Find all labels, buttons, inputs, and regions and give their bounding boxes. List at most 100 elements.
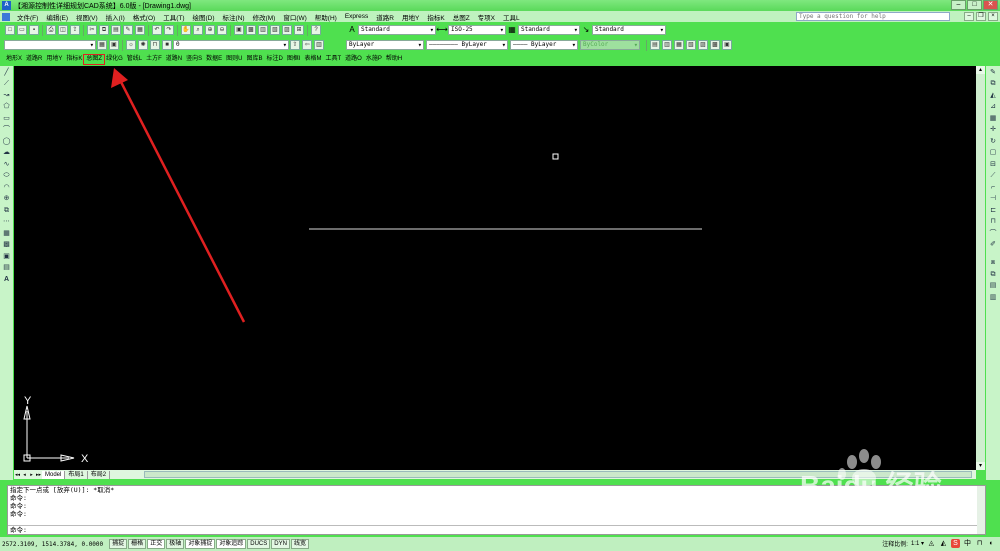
plugin-menu-terrain[interactable]: 地形X: [4, 55, 24, 64]
plugin-menu-help[interactable]: 帮助H: [384, 55, 404, 64]
dim-style-select[interactable]: ISO-25: [448, 25, 506, 35]
doc-close-button[interactable]: ×: [988, 12, 998, 21]
ellipse-icon[interactable]: ⬭: [2, 171, 12, 181]
scroll-up-icon[interactable]: ▴: [976, 66, 985, 74]
ime-icon[interactable]: S: [951, 539, 960, 548]
extend-icon[interactable]: ⌐: [988, 183, 998, 193]
lineweight-select[interactable]: ———— ByLayer: [510, 40, 578, 50]
line-icon[interactable]: ╱: [2, 68, 12, 78]
tool-palettes-icon[interactable]: ▥: [258, 25, 268, 35]
ortho-toggle[interactable]: 正交: [147, 539, 166, 549]
menu-help[interactable]: 帮助(H): [311, 12, 341, 22]
help-icon[interactable]: ?: [311, 25, 321, 35]
plugin-menu-site-plan[interactable]: 总图Z: [83, 53, 106, 65]
menu-special[interactable]: 专项X: [474, 12, 499, 22]
app-icon[interactable]: A: [2, 1, 11, 10]
break-icon[interactable]: ⊏: [988, 206, 998, 216]
make-block-icon[interactable]: ⧉: [2, 206, 12, 216]
ellipse-arc-icon[interactable]: ◠: [2, 183, 12, 193]
grid-toggle[interactable]: 栅格: [128, 539, 147, 549]
construction-line-icon[interactable]: ⟋: [2, 79, 12, 89]
command-scrollbar[interactable]: [977, 486, 985, 534]
save-icon[interactable]: ▪: [29, 25, 39, 35]
horizontal-scrollbar[interactable]: [144, 471, 972, 478]
command-input[interactable]: 命令:: [8, 525, 985, 534]
tab-layout-2[interactable]: 布局2: [88, 470, 111, 479]
close-button[interactable]: ✕: [983, 0, 998, 10]
join-icon[interactable]: ⊓: [988, 217, 998, 227]
mirror-icon[interactable]: ◭: [988, 91, 998, 101]
drawing-canvas[interactable]: Y X: [14, 66, 976, 470]
plugin-menu-water[interactable]: 水施P: [364, 55, 384, 64]
menu-format[interactable]: 格式(O): [129, 12, 159, 22]
maximize-button[interactable]: □: [967, 0, 982, 10]
array-icon[interactable]: ▦: [988, 114, 998, 124]
plugin-menu-index[interactable]: 指标K: [64, 55, 84, 64]
hatch-icon[interactable]: ▦: [2, 229, 12, 239]
plugin-menu-road[interactable]: 道路R: [24, 55, 44, 64]
fillet-icon[interactable]: ⌒: [988, 229, 998, 239]
plugin-menu-earthwork[interactable]: 土方F: [144, 55, 164, 64]
polyline-icon[interactable]: ↝: [2, 91, 12, 101]
match-properties-icon[interactable]: ✎: [123, 25, 133, 35]
linetype-select[interactable]: ———————— ByLayer: [426, 40, 508, 50]
pan-icon[interactable]: ✋: [181, 25, 191, 35]
plugin-menu-library[interactable]: 图库B: [244, 55, 264, 64]
plugin-menu-annotate[interactable]: 标注D: [264, 55, 284, 64]
block-editor-icon[interactable]: ▦: [135, 25, 145, 35]
zoom-window-icon[interactable]: ⊕: [205, 25, 215, 35]
dim-front-icon[interactable]: ▨: [698, 40, 708, 50]
trim-icon[interactable]: ⟋: [988, 171, 998, 181]
redo-icon[interactable]: ↷: [164, 25, 174, 35]
menu-landuse[interactable]: 用地Y: [398, 12, 423, 22]
cursor-coordinates[interactable]: 2572.3109, 1514.3784, 0.0000: [2, 541, 103, 548]
arc-icon[interactable]: ⌒: [2, 125, 12, 135]
undo-icon[interactable]: ↶: [152, 25, 162, 35]
plugin-menu-greening[interactable]: 绿化G: [104, 55, 125, 64]
layer-manager-icon[interactable]: ▣: [109, 40, 119, 50]
menu-modify[interactable]: 修改(M): [249, 12, 280, 22]
plugin-menu-table[interactable]: 表格M: [303, 55, 324, 64]
plugin-menu-graphic-rules[interactable]: 图则U: [224, 55, 244, 64]
plugin-menu-vertical[interactable]: 竖向S: [184, 55, 204, 64]
bring-front-icon[interactable]: ▥: [662, 40, 672, 50]
text-front-icon[interactable]: ▧: [686, 40, 696, 50]
print-preview-icon[interactable]: ◫: [58, 25, 68, 35]
copy-object-icon[interactable]: ⧉: [988, 79, 998, 89]
erase-icon[interactable]: ✎: [988, 68, 998, 78]
calculator-icon[interactable]: ⊞: [294, 25, 304, 35]
help-search-input[interactable]: [796, 12, 950, 21]
menu-edit[interactable]: 编辑(E): [42, 12, 72, 22]
menu-window[interactable]: 窗口(W): [279, 12, 310, 22]
table-style-select[interactable]: Standard: [518, 25, 580, 35]
zoom-realtime-icon[interactable]: ⌕: [193, 25, 203, 35]
polar-toggle[interactable]: 极轴: [166, 539, 185, 549]
comm-center-icon[interactable]: ◐: [987, 539, 996, 548]
color-select[interactable]: ByLayer: [346, 40, 424, 50]
leader-front-icon[interactable]: ▣: [722, 40, 732, 50]
menu-tools[interactable]: 工具(T): [159, 12, 188, 22]
plugin-menu-pipeline[interactable]: 管线L: [125, 55, 144, 64]
menu-file[interactable]: 文件(F): [13, 12, 42, 22]
workspace-select[interactable]: [4, 40, 96, 50]
paste-icon[interactable]: ▤: [111, 25, 121, 35]
polygon-icon[interactable]: ⬠: [2, 102, 12, 112]
ducs-toggle[interactable]: DUCS: [247, 539, 271, 549]
point-icon[interactable]: ⋯: [2, 217, 12, 227]
minimize-button[interactable]: –: [951, 0, 966, 10]
annotation-visibility-icon[interactable]: ◬: [927, 539, 936, 548]
scale-icon[interactable]: ▢: [988, 148, 998, 158]
tab-model[interactable]: Model: [42, 470, 66, 479]
layer-previous-icon[interactable]: ⇦: [302, 40, 312, 50]
multileader-style-select[interactable]: Standard: [592, 25, 666, 35]
stretch-icon[interactable]: ⊟: [988, 160, 998, 170]
plugin-menu-landuse[interactable]: 用地Y: [44, 55, 64, 64]
doc-restore-button[interactable]: ❐: [976, 12, 986, 21]
first-tab-icon[interactable]: ◂◂: [14, 472, 21, 478]
prev-tab-icon[interactable]: ◂: [21, 472, 28, 478]
osnap-toggle[interactable]: 对象捕捉: [185, 539, 216, 549]
draw-order-icon[interactable]: ▤: [650, 40, 660, 50]
table-icon[interactable]: ▤: [2, 263, 12, 273]
menu-view[interactable]: 视图(V): [72, 12, 102, 22]
dyn-toggle[interactable]: DYN: [271, 539, 290, 549]
